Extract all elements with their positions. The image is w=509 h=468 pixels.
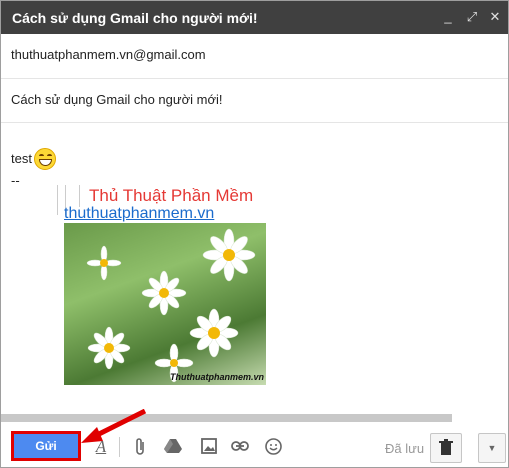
grinning-face-icon [34,148,56,170]
image-watermark: Thuthuatphanmem.vn [170,372,264,382]
emoji-icon[interactable] [264,438,282,456]
expand-icon[interactable]: ⤢ [463,8,481,26]
drive-icon[interactable] [164,438,182,456]
compose-title: Cách sử dụng Gmail cho người mới! [12,10,258,26]
signature-quote-line [79,185,80,207]
subject-value[interactable]: Cách sử dụng Gmail cho người mới! [11,92,222,107]
compose-toolbar: Gửi A Đã lưu ▼ [1,425,508,468]
link-icon[interactable] [231,438,249,456]
daisy-flowers-illustration [86,228,256,383]
signature-link[interactable]: thuthuatphanmem.vn [64,205,214,223]
minimize-icon[interactable]: _ [439,8,457,26]
discard-draft-button[interactable] [430,433,462,463]
compose-window: Cách sử dụng Gmail cho người mới! _ ⤢ ✕ … [0,0,509,468]
body-text: test [11,151,32,166]
signature-title: Thủ Thuật Phần Mềm [89,186,254,205]
red-arrow-annotation [81,409,147,443]
compose-titlebar[interactable]: Cách sử dụng Gmail cho người mới! _ ⤢ ✕ [1,1,508,34]
close-icon[interactable]: ✕ [486,8,504,26]
photo-icon[interactable] [200,438,218,456]
saved-status: Đã lưu [385,441,425,456]
more-options-button[interactable]: ▼ [478,433,506,463]
subject-field[interactable]: Cách sử dụng Gmail cho người mới! [1,79,508,123]
to-recipient[interactable]: thuthuatphanmem.vn@gmail.com [11,47,206,62]
signature-separator: -- [11,173,20,188]
chevron-down-icon: ▼ [487,443,497,453]
signature-daisy-image: Thuthuatphanmem.vn [64,223,266,385]
to-field[interactable]: thuthuatphanmem.vn@gmail.com [1,34,508,79]
trash-icon [439,439,453,455]
message-body[interactable]: test -- Thủ Thuật Phần Mềm thuthuatphanm… [1,123,508,413]
horizontal-scrollbar[interactable] [1,414,452,422]
send-button[interactable]: Gửi [11,431,81,461]
